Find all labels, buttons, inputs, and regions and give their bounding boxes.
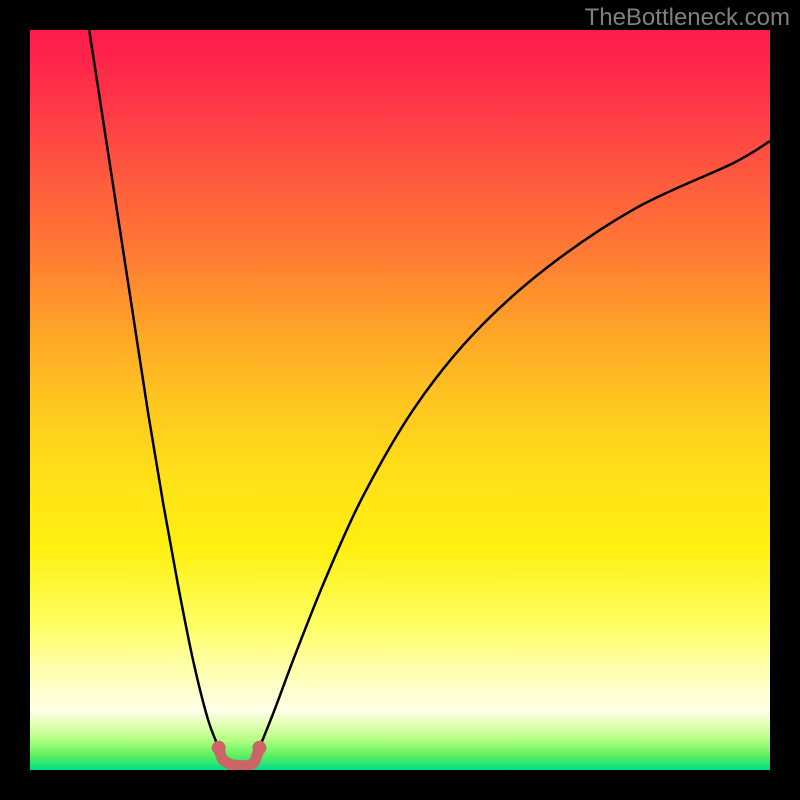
watermark-text: TheBottleneck.com — [585, 4, 790, 32]
valley-marker-dot-left — [212, 741, 226, 755]
left-branch-curve — [89, 30, 219, 748]
chart-frame: { "watermark": "TheBottleneck.com", "col… — [0, 0, 800, 800]
plot-area — [30, 30, 770, 770]
right-branch-curve — [259, 141, 770, 748]
curve-svg — [30, 30, 770, 770]
valley-marker-dot-right — [252, 741, 266, 755]
